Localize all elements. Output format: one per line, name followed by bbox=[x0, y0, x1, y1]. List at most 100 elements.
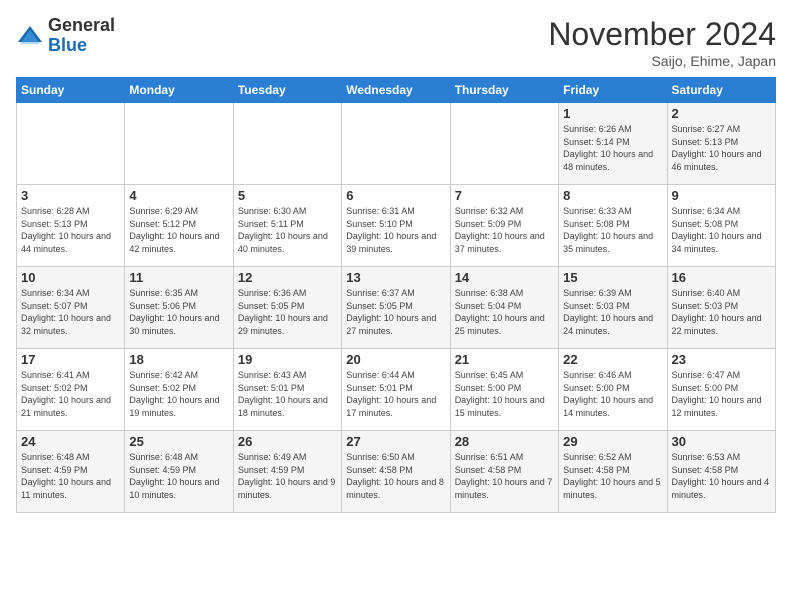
header-saturday: Saturday bbox=[667, 78, 775, 103]
day-info: Sunrise: 6:26 AM Sunset: 5:14 PM Dayligh… bbox=[563, 123, 662, 173]
table-row: 30 Sunrise: 6:53 AM Sunset: 4:58 PM Dayli… bbox=[667, 431, 775, 513]
location-subtitle: Saijo, Ehime, Japan bbox=[548, 53, 776, 69]
day-number: 25 bbox=[129, 434, 228, 449]
day-number: 16 bbox=[672, 270, 771, 285]
logo-general: General bbox=[48, 15, 115, 35]
logo-icon bbox=[16, 22, 44, 50]
day-number: 28 bbox=[455, 434, 554, 449]
day-info: Sunrise: 6:33 AM Sunset: 5:08 PM Dayligh… bbox=[563, 205, 662, 255]
calendar-header-row: Sunday Monday Tuesday Wednesday Thursday… bbox=[17, 78, 776, 103]
day-info: Sunrise: 6:29 AM Sunset: 5:12 PM Dayligh… bbox=[129, 205, 228, 255]
table-row: 11Sunrise: 6:35 AM Sunset: 5:06 PM Dayli… bbox=[125, 267, 233, 349]
table-row: 8 Sunrise: 6:33 AM Sunset: 5:08 PM Daylig… bbox=[559, 185, 667, 267]
month-title: November 2024 bbox=[548, 16, 776, 53]
header-tuesday: Tuesday bbox=[233, 78, 341, 103]
day-number: 29 bbox=[563, 434, 662, 449]
table-row: 27Sunrise: 6:50 AM Sunset: 4:58 PM Dayli… bbox=[342, 431, 450, 513]
calendar-page: General Blue November 2024 Saijo, Ehime,… bbox=[0, 0, 792, 612]
table-row: 26 Sunrise: 6:49 AM Sunset: 4:59 PM Dayli… bbox=[233, 431, 341, 513]
table-row: 10 Sunrise: 6:34 AM Sunset: 5:07 PM Dayli… bbox=[17, 267, 125, 349]
table-row: 4 Sunrise: 6:29 AM Sunset: 5:12 PM Daylig… bbox=[125, 185, 233, 267]
table-row: 19Sunrise: 6:43 AM Sunset: 5:01 PM Dayli… bbox=[233, 349, 341, 431]
day-info: Sunrise: 6:51 AM Sunset: 4:58 PM Dayligh… bbox=[455, 451, 554, 501]
table-row: 15 Sunrise: 6:39 AM Sunset: 5:03 PM Dayli… bbox=[559, 267, 667, 349]
title-block: November 2024 Saijo, Ehime, Japan bbox=[548, 16, 776, 69]
day-number: 18 bbox=[129, 352, 228, 367]
header-monday: Monday bbox=[125, 78, 233, 103]
table-row: 28 Sunrise: 6:51 AM Sunset: 4:58 PM Dayli… bbox=[450, 431, 558, 513]
day-info: Sunrise: 6:38 AM Sunset: 5:04 PM Dayligh… bbox=[455, 287, 554, 337]
table-row: 9Sunrise: 6:34 AM Sunset: 5:08 PM Daylig… bbox=[667, 185, 775, 267]
day-number: 27 bbox=[346, 434, 445, 449]
day-info: Sunrise: 6:36 AM Sunset: 5:05 PM Dayligh… bbox=[238, 287, 337, 337]
header-thursday: Thursday bbox=[450, 78, 558, 103]
day-info: Sunrise: 6:47 AM Sunset: 5:00 PM Dayligh… bbox=[672, 369, 771, 419]
day-number: 17 bbox=[21, 352, 120, 367]
day-info: Sunrise: 6:44 AM Sunset: 5:01 PM Dayligh… bbox=[346, 369, 445, 419]
day-number: 3 bbox=[21, 188, 120, 203]
day-info: Sunrise: 6:48 AM Sunset: 4:59 PM Dayligh… bbox=[129, 451, 228, 501]
table-row: 16 Sunrise: 6:40 AM Sunset: 5:03 PM Dayli… bbox=[667, 267, 775, 349]
table-row bbox=[233, 103, 341, 185]
day-info: Sunrise: 6:31 AM Sunset: 5:10 PM Dayligh… bbox=[346, 205, 445, 255]
table-row: 7 Sunrise: 6:32 AM Sunset: 5:09 PM Daylig… bbox=[450, 185, 558, 267]
table-row: 22Sunrise: 6:46 AM Sunset: 5:00 PM Dayli… bbox=[559, 349, 667, 431]
table-row bbox=[125, 103, 233, 185]
table-row: 12 Sunrise: 6:36 AM Sunset: 5:05 PM Dayli… bbox=[233, 267, 341, 349]
day-info: Sunrise: 6:46 AM Sunset: 5:00 PM Dayligh… bbox=[563, 369, 662, 419]
day-info: Sunrise: 6:28 AM Sunset: 5:13 PM Dayligh… bbox=[21, 205, 120, 255]
calendar-week-row: 3 Sunrise: 6:28 AM Sunset: 5:13 PM Daylig… bbox=[17, 185, 776, 267]
table-row: 13Sunrise: 6:37 AM Sunset: 5:05 PM Dayli… bbox=[342, 267, 450, 349]
day-number: 4 bbox=[129, 188, 228, 203]
table-row: 24Sunrise: 6:48 AM Sunset: 4:59 PM Dayli… bbox=[17, 431, 125, 513]
day-number: 6 bbox=[346, 188, 445, 203]
table-row bbox=[342, 103, 450, 185]
header-wednesday: Wednesday bbox=[342, 78, 450, 103]
day-number: 14 bbox=[455, 270, 554, 285]
day-info: Sunrise: 6:49 AM Sunset: 4:59 PM Dayligh… bbox=[238, 451, 337, 501]
day-number: 10 bbox=[21, 270, 120, 285]
calendar-week-row: 1 Sunrise: 6:26 AM Sunset: 5:14 PM Daylig… bbox=[17, 103, 776, 185]
header-friday: Friday bbox=[559, 78, 667, 103]
day-info: Sunrise: 6:39 AM Sunset: 5:03 PM Dayligh… bbox=[563, 287, 662, 337]
day-number: 30 bbox=[672, 434, 771, 449]
day-info: Sunrise: 6:52 AM Sunset: 4:58 PM Dayligh… bbox=[563, 451, 662, 501]
table-row: 23 Sunrise: 6:47 AM Sunset: 5:00 PM Dayli… bbox=[667, 349, 775, 431]
day-number: 8 bbox=[563, 188, 662, 203]
header-sunday: Sunday bbox=[17, 78, 125, 103]
day-number: 5 bbox=[238, 188, 337, 203]
day-info: Sunrise: 6:34 AM Sunset: 5:07 PM Dayligh… bbox=[21, 287, 120, 337]
day-number: 21 bbox=[455, 352, 554, 367]
table-row: 2Sunrise: 6:27 AM Sunset: 5:13 PM Daylig… bbox=[667, 103, 775, 185]
day-number: 23 bbox=[672, 352, 771, 367]
day-info: Sunrise: 6:34 AM Sunset: 5:08 PM Dayligh… bbox=[672, 205, 771, 255]
day-info: Sunrise: 6:37 AM Sunset: 5:05 PM Dayligh… bbox=[346, 287, 445, 337]
day-info: Sunrise: 6:53 AM Sunset: 4:58 PM Dayligh… bbox=[672, 451, 771, 501]
day-info: Sunrise: 6:43 AM Sunset: 5:01 PM Dayligh… bbox=[238, 369, 337, 419]
day-number: 1 bbox=[563, 106, 662, 121]
table-row: 20Sunrise: 6:44 AM Sunset: 5:01 PM Dayli… bbox=[342, 349, 450, 431]
day-number: 26 bbox=[238, 434, 337, 449]
day-number: 7 bbox=[455, 188, 554, 203]
day-info: Sunrise: 6:41 AM Sunset: 5:02 PM Dayligh… bbox=[21, 369, 120, 419]
day-info: Sunrise: 6:45 AM Sunset: 5:00 PM Dayligh… bbox=[455, 369, 554, 419]
table-row: 21 Sunrise: 6:45 AM Sunset: 5:00 PM Dayli… bbox=[450, 349, 558, 431]
day-number: 11 bbox=[129, 270, 228, 285]
day-number: 12 bbox=[238, 270, 337, 285]
logo: General Blue bbox=[16, 16, 115, 56]
table-row: 14 Sunrise: 6:38 AM Sunset: 5:04 PM Dayli… bbox=[450, 267, 558, 349]
calendar-week-row: 17 Sunrise: 6:41 AM Sunset: 5:02 PM Dayli… bbox=[17, 349, 776, 431]
table-row: 18 Sunrise: 6:42 AM Sunset: 5:02 PM Dayli… bbox=[125, 349, 233, 431]
day-number: 2 bbox=[672, 106, 771, 121]
day-info: Sunrise: 6:32 AM Sunset: 5:09 PM Dayligh… bbox=[455, 205, 554, 255]
page-header: General Blue November 2024 Saijo, Ehime,… bbox=[16, 16, 776, 69]
table-row: 6 Sunrise: 6:31 AM Sunset: 5:10 PM Daylig… bbox=[342, 185, 450, 267]
table-row: 25 Sunrise: 6:48 AM Sunset: 4:59 PM Dayli… bbox=[125, 431, 233, 513]
day-info: Sunrise: 6:42 AM Sunset: 5:02 PM Dayligh… bbox=[129, 369, 228, 419]
logo-text: General Blue bbox=[48, 16, 115, 56]
table-row: 29 Sunrise: 6:52 AM Sunset: 4:58 PM Dayli… bbox=[559, 431, 667, 513]
day-info: Sunrise: 6:40 AM Sunset: 5:03 PM Dayligh… bbox=[672, 287, 771, 337]
table-row bbox=[450, 103, 558, 185]
day-number: 15 bbox=[563, 270, 662, 285]
table-row: 1 Sunrise: 6:26 AM Sunset: 5:14 PM Daylig… bbox=[559, 103, 667, 185]
